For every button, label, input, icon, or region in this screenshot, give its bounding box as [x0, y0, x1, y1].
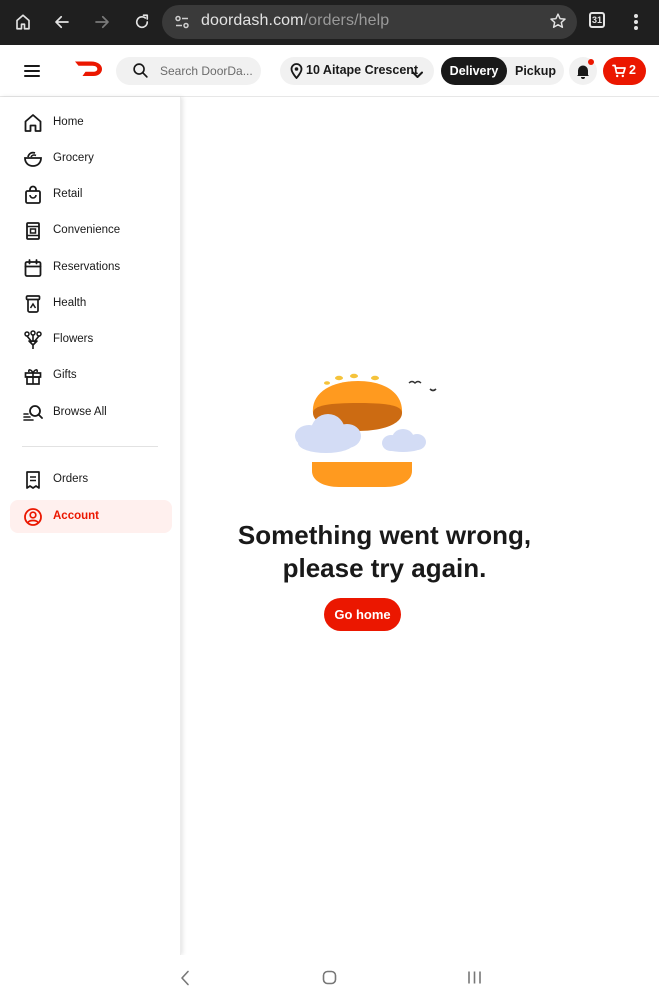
account-icon [23, 507, 43, 527]
cart-button[interactable]: 2 [603, 57, 646, 85]
sidebar-item-label: Grocery [53, 152, 94, 164]
sidebar-item-label: Reservations [53, 261, 121, 273]
sidebar-item-label: Health [53, 297, 87, 309]
reload-icon[interactable] [128, 8, 156, 36]
sidebar-item-label: Convenience [53, 224, 121, 236]
sidebar-item-gifts[interactable]: Gifts [10, 359, 172, 392]
delivery-pickup-toggle: Delivery Pickup [441, 57, 564, 85]
search-icon [132, 62, 149, 84]
sidebar-item-label: Browse All [53, 406, 107, 418]
doordash-logo[interactable] [74, 60, 103, 82]
location-pin-icon [290, 63, 303, 84]
forward-icon[interactable] [88, 8, 116, 36]
browse-search-icon [23, 403, 43, 423]
chevron-down-icon [412, 66, 423, 84]
tabs-icon[interactable]: 31 [589, 12, 605, 28]
browser-toolbar: doordash.com/orders/help 31 [0, 0, 659, 45]
system-navigation-bar [0, 955, 659, 1000]
url-path: /orders/help [303, 12, 390, 29]
sidebar-divider [22, 446, 158, 447]
sidebar-item-label: Account [53, 510, 99, 522]
back-icon[interactable] [48, 8, 76, 36]
notifications-button[interactable] [569, 57, 597, 85]
sidebar-item-grocery[interactable]: Grocery [10, 142, 172, 175]
sidebar-item-label: Home [53, 116, 84, 128]
system-back-icon[interactable] [179, 970, 191, 991]
sidebar-item-orders[interactable]: Orders [10, 463, 172, 496]
error-message: Something went wrong, please try again. [203, 519, 566, 585]
main-content: Something went wrong, please try again. … [181, 97, 659, 955]
bookmark-star-icon[interactable] [549, 12, 567, 30]
sidebar-item-health[interactable]: Health [10, 287, 172, 320]
sidebar-item-label: Flowers [53, 333, 94, 345]
sidebar-item-reservations[interactable]: Reservations [10, 251, 172, 284]
sidebar: Home Grocery Retail Convenience Reservat… [0, 97, 181, 955]
error-title-line-1: Something went wrong, [237, 520, 532, 550]
pickup-tab[interactable]: Pickup [507, 57, 564, 85]
go-home-button[interactable]: Go home [324, 598, 401, 631]
error-title-line-2: please try again. [282, 553, 487, 583]
sidebar-item-retail[interactable]: Retail [10, 178, 172, 211]
shopping-bag-icon [23, 185, 43, 205]
sidebar-item-label: Retail [53, 188, 83, 200]
sidebar-item-label: Gifts [53, 369, 77, 381]
address-bar[interactable]: doordash.com/orders/help [162, 5, 577, 39]
cart-icon [612, 64, 626, 78]
flowers-icon [23, 330, 43, 350]
sidebar-item-account[interactable]: Account [10, 500, 172, 533]
notification-dot [588, 59, 594, 65]
sidebar-item-browse-all[interactable]: Browse All [10, 396, 172, 429]
gift-icon [23, 366, 43, 386]
system-home-icon[interactable] [322, 970, 337, 990]
health-icon [23, 294, 43, 314]
cart-count: 2 [629, 63, 636, 77]
bell-icon [577, 65, 589, 79]
url-text[interactable]: doordash.com/orders/help [201, 12, 389, 30]
sidebar-item-convenience[interactable]: Convenience [10, 214, 172, 247]
more-vert-icon[interactable] [622, 8, 650, 36]
address-selector[interactable]: 10 Aitape Crescent [280, 57, 434, 85]
search-placeholder: Search DoorDa... [160, 64, 253, 78]
menu-icon[interactable] [24, 65, 40, 77]
convenience-store-icon [23, 221, 43, 241]
address-text: 10 Aitape Crescent [306, 63, 419, 77]
sidebar-item-home[interactable]: Home [10, 106, 172, 139]
sidebar-item-flowers[interactable]: Flowers [10, 323, 172, 356]
url-host: doordash.com [201, 12, 304, 29]
calendar-icon [23, 258, 43, 278]
burger-clouds-illustration [291, 373, 441, 498]
site-header: Search DoorDa... 10 Aitape Crescent Deli… [0, 45, 659, 97]
receipt-icon [23, 470, 43, 490]
grocery-bowl-icon [23, 149, 43, 169]
site-settings-icon[interactable] [174, 14, 190, 30]
system-recents-icon[interactable] [467, 970, 482, 990]
sidebar-item-label: Orders [53, 473, 89, 485]
home-icon [23, 113, 43, 133]
search-input[interactable]: Search DoorDa... [116, 57, 261, 85]
delivery-tab[interactable]: Delivery [441, 57, 507, 85]
home-icon[interactable] [9, 8, 37, 36]
